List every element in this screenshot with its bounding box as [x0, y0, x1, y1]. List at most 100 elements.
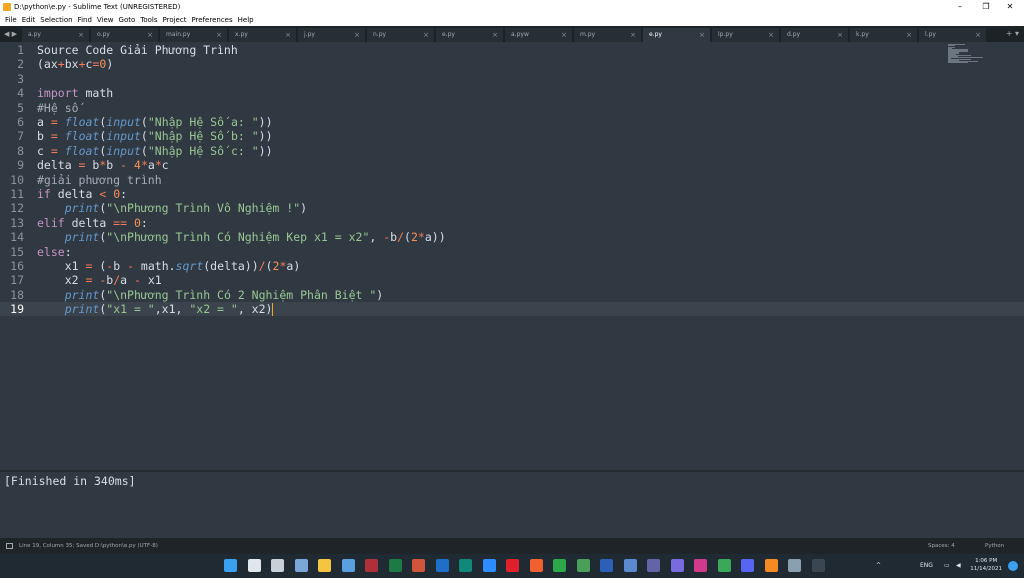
chrome-alt-icon[interactable]	[576, 559, 590, 572]
tab-x-py-3[interactable]: x.py ×	[229, 28, 297, 42]
tab-close-icon[interactable]: ×	[78, 28, 84, 42]
tab-close-icon[interactable]: ×	[906, 28, 912, 42]
code-editor[interactable]: Source Code Giải Phương Trình (ax+bx+c=0)…	[0, 42, 940, 468]
tab-close-icon[interactable]: ×	[492, 28, 498, 42]
code-line: Source Code Giải Phương Trình	[37, 43, 238, 57]
network-icon[interactable]: ▭	[944, 554, 950, 578]
maximize-button[interactable]: ❐	[974, 0, 998, 14]
tab-label: a.py	[28, 31, 41, 38]
notification-badge-icon[interactable]	[1008, 561, 1018, 571]
code-line: (ax+bx+c=0)	[37, 57, 113, 71]
sublime-icon[interactable]	[764, 559, 778, 572]
menu-project[interactable]: Project	[163, 14, 187, 26]
tab-close-icon[interactable]: ×	[837, 28, 843, 42]
menu-preferences[interactable]: Preferences	[191, 14, 232, 26]
access-icon[interactable]	[365, 559, 378, 572]
tray-language[interactable]: ENG	[920, 554, 933, 578]
tab-close-icon[interactable]: ×	[699, 28, 705, 42]
menu-find[interactable]: Find	[78, 14, 92, 26]
status-spaces[interactable]: Spaces: 4	[928, 538, 955, 554]
menu-selection[interactable]: Selection	[40, 14, 72, 26]
tab-j-py-4[interactable]: j.py ×	[298, 28, 366, 42]
code-line: print("\nPhương Trình Vô Nghiệm !")	[37, 201, 307, 215]
tab-close-icon[interactable]: ×	[561, 28, 567, 42]
code-token: a	[120, 273, 135, 288]
widgets-icon[interactable]	[294, 559, 308, 572]
clock-date: 11/14/2021	[970, 566, 1002, 572]
discord-icon[interactable]	[741, 559, 754, 572]
tab-close-icon[interactable]: ×	[768, 28, 774, 42]
code-token: (	[265, 259, 273, 273]
tab-close-icon[interactable]: ×	[147, 28, 153, 42]
tab-nav-arrows[interactable]: ◀ ▶	[4, 26, 17, 42]
explorer-window-icon[interactable]	[788, 559, 801, 572]
tab-new-and-dropdown[interactable]: + ▾	[1006, 26, 1019, 42]
zoom-icon[interactable]	[482, 559, 496, 572]
tab-d-py-11[interactable]: d.py ×	[781, 28, 849, 42]
menu-view[interactable]: View	[97, 14, 114, 26]
file-explorer-icon[interactable]	[318, 559, 331, 572]
tab-label: k.py	[856, 31, 869, 38]
code-token: (	[92, 259, 107, 273]
tab-k-py-12[interactable]: k.py ×	[850, 28, 918, 42]
tab-e-py-6[interactable]: e.py ×	[436, 28, 504, 42]
code-token: , x2)	[237, 302, 273, 317]
powerpoint-icon[interactable]	[412, 559, 425, 572]
outlook-icon[interactable]	[435, 559, 449, 572]
tab-close-icon[interactable]: ×	[975, 28, 981, 42]
tab-e-py-9[interactable]: e.py ×	[643, 28, 711, 42]
menu-tools[interactable]: Tools	[140, 14, 157, 26]
code-line: if delta < 0:	[37, 187, 127, 201]
taskbar-clock[interactable]: 1:06 PM 11/14/2021	[970, 557, 1002, 573]
tab-close-icon[interactable]: ×	[630, 28, 636, 42]
word-icon[interactable]	[600, 559, 613, 572]
code-token: "\nPhương Trình Vô Nghiệm !"	[106, 201, 301, 216]
teams-icon[interactable]	[647, 559, 660, 572]
tab-bar: ◀ ▶ + ▾ a.py × o.py × main.py × x.py × j.py × n.py…	[0, 26, 1024, 42]
minimap[interactable]	[948, 44, 988, 64]
tab-a-py-0[interactable]: a.py ×	[22, 28, 90, 42]
tab-n-py-5[interactable]: n.py ×	[367, 28, 435, 42]
tab-close-icon[interactable]: ×	[285, 28, 291, 42]
tab-main-py-2[interactable]: main.py ×	[160, 28, 228, 42]
code-token: input	[106, 115, 141, 129]
search-icon[interactable]	[247, 559, 261, 572]
menu-goto[interactable]: Goto	[119, 14, 136, 26]
tab-o-py-1[interactable]: o.py ×	[91, 28, 159, 42]
volume-icon[interactable]: ◀	[956, 554, 961, 578]
menu-help[interactable]: Help	[238, 14, 254, 26]
store-icon[interactable]	[341, 559, 355, 572]
menu-file[interactable]: File	[5, 14, 17, 26]
excel-icon[interactable]	[388, 559, 402, 572]
chrome-icon[interactable]	[553, 559, 566, 572]
windows-start-icon[interactable]	[224, 559, 237, 572]
tab-close-icon[interactable]: ×	[216, 28, 222, 42]
tab-m-py-8[interactable]: m.py ×	[574, 28, 642, 42]
tab-a-pyw-7[interactable]: a.pyw ×	[505, 28, 573, 42]
code-token: sqrt	[175, 259, 204, 273]
mail-icon[interactable]	[623, 559, 637, 572]
tab-close-icon[interactable]: ×	[354, 28, 360, 42]
code-token: ==	[113, 215, 128, 230]
camtasia-icon[interactable]	[717, 559, 731, 572]
minimap-line	[948, 62, 969, 63]
close-window-button[interactable]: ✕	[998, 0, 1022, 14]
menu-edit[interactable]: Edit	[22, 14, 36, 26]
tray-overflow-chevron[interactable]: ^	[876, 554, 881, 578]
terminal-icon[interactable]	[811, 559, 825, 572]
instagram-icon[interactable]	[694, 559, 707, 572]
task-view-icon[interactable]	[271, 559, 284, 572]
panel-toggle-icon[interactable]	[6, 543, 13, 549]
messenger-icon[interactable]	[670, 559, 684, 572]
code-line: #giải phương trình	[37, 173, 162, 187]
tab-lp-py-10[interactable]: lp.py ×	[712, 28, 780, 42]
status-syntax[interactable]: Python	[985, 538, 1004, 554]
tab-close-icon[interactable]: ×	[423, 28, 429, 42]
brave-icon[interactable]	[529, 559, 543, 572]
minimize-button[interactable]: –	[948, 0, 972, 14]
tab-l-py-13[interactable]: l.py ×	[919, 28, 987, 42]
code-token: input	[106, 143, 141, 158]
publisher-icon[interactable]	[459, 559, 472, 572]
opera-icon[interactable]	[506, 559, 519, 572]
